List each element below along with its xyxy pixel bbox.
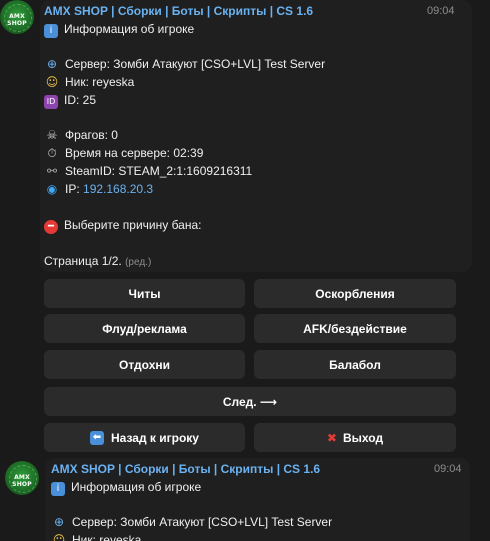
next-page-button[interactable]: След. ⟶ [44,387,456,416]
reason-chatter-button[interactable]: Балабол [254,350,456,379]
skull-icon: ☠ [46,128,58,142]
reason-cheats-button[interactable]: Читы [44,279,245,308]
edited-label: (ред.) [125,257,152,268]
message-time: 09:04 [434,463,462,475]
globe-icon: ⊕ [53,515,65,529]
back-to-player-label: Назад к игроку [111,430,199,445]
avatar[interactable]: AMX SHOP [5,461,39,495]
reason-afk-button[interactable]: AFK/бездействие [254,314,456,343]
stopwatch-icon: ⏱ [47,146,57,160]
sender-name[interactable]: AMX SHOP | Сборки | Боты | Скрипты | CS … [51,462,320,476]
page-line: Страница 1/2. (ред.) [44,254,152,268]
exit-button[interactable]: ✖ Выход [254,423,456,452]
steamid-line: ⚯ SteamID: STEAM_2:1:1609216311 [44,162,252,180]
info-icon: i [51,482,65,496]
earth-icon: ◉ [46,182,58,196]
exit-label: Выход [342,430,384,445]
ip-line: ◉ IP: 192.168.20.3 [44,180,153,198]
info-icon: i [44,24,58,38]
back-arrow-icon: ⬅ [90,430,104,445]
reason-insults-button[interactable]: Оскорбления [254,279,456,308]
server-line: ⊕ Сервер: Зомби Атакуют [CSO+LVL] Test Se… [44,55,325,73]
message-bubble: AMX SHOP | Сборки | Боты | Скрипты | CS … [40,0,472,272]
id-badge-icon: ID [44,95,58,109]
info-header: i Информация об игроке [51,478,201,496]
id-line: ID ID: 25 [44,91,96,109]
globe-icon: ⊕ [46,57,58,71]
cross-icon: ✖ [326,430,337,445]
server-line: ⊕ Сервер: Зомби Атакуют [CSO+LVL] Test Se… [51,513,332,531]
link-icon: ⚯ [46,164,58,178]
back-to-player-button[interactable]: ⬅ Назад к игроку [44,423,245,452]
reason-rest-button[interactable]: Отдохни [44,350,245,379]
message-bubble: AMX SHOP | Сборки | Боты | Скрипты | CS … [45,458,470,541]
nick-line: ☺ Ник: reyeska [45,75,135,89]
face-icon: ☺ [45,75,59,89]
avatar[interactable]: AMX SHOP [0,0,34,34]
frags-line: ☠ Фрагов: 0 [44,126,118,144]
reason-flood-button[interactable]: Флуд/реклама [44,314,245,343]
ip-link[interactable]: 192.168.20.3 [83,182,153,196]
time-on-server-line: ⏱ Время на сервере: 02:39 [44,144,203,162]
message-1: AMX SHOP AMX SHOP | Сборки | Боты | Скри… [0,0,490,272]
no-entry-icon: ━ [44,220,58,234]
sender-name[interactable]: AMX SHOP | Сборки | Боты | Скрипты | CS … [44,4,313,18]
message-2: AMX SHOP AMX SHOP | Сборки | Боты | Скри… [0,458,490,541]
nick-line: ☺ Ник: reyeska [51,531,142,541]
face-icon: ☺ [52,533,66,541]
info-header: i Информация об игроке [44,20,194,38]
ban-prompt-line: ━ Выберите причину бана: [44,216,201,234]
message-time: 09:04 [427,5,455,17]
